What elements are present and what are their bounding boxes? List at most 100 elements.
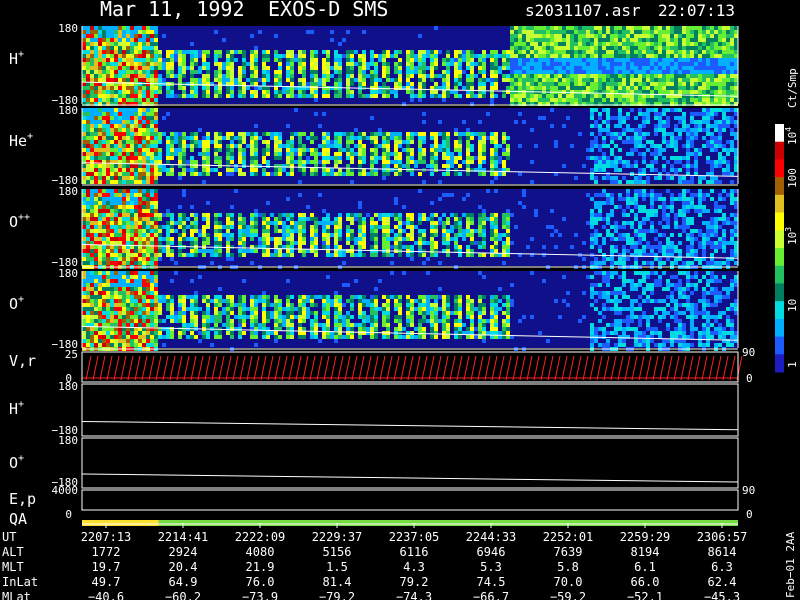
spectrogram-cell (350, 66, 354, 70)
spectrogram-cell (554, 58, 558, 62)
spectrogram-cell (530, 30, 534, 34)
spectrogram-cell (158, 74, 162, 78)
spectrogram-cell (106, 189, 110, 193)
spectrogram-cell (182, 144, 186, 148)
spectrogram-cell (686, 90, 690, 94)
spectrogram-cell (286, 241, 290, 245)
spectrogram-cell (142, 144, 146, 148)
spectrogram-cell (198, 70, 202, 74)
spectrogram-cell (430, 94, 434, 98)
spectrogram-cell (298, 82, 302, 86)
spectrogram-cell (142, 172, 146, 176)
spectrogram-cell (298, 180, 302, 184)
spectrogram-cell (86, 94, 90, 98)
spectrogram-cell (270, 136, 274, 140)
spectrogram-cell (598, 245, 602, 249)
spectrogram-cell (242, 172, 246, 176)
spectrogram-cell (190, 136, 194, 140)
spectrogram-cell (214, 50, 218, 54)
spectrogram-cell (274, 94, 278, 98)
spectrogram-cell (218, 249, 222, 253)
spectrogram-cell (690, 42, 694, 46)
spectrogram-cell (350, 70, 354, 74)
spectrogram-cell (414, 160, 418, 164)
spectrogram-cell (598, 30, 602, 34)
spectrogram-cell (298, 156, 302, 160)
spectrogram-cell (562, 38, 566, 42)
spectrogram-cell (678, 90, 682, 94)
spectrogram-cell (226, 152, 230, 156)
spectrogram-cell (374, 66, 378, 70)
spectrogram-cell (470, 217, 474, 221)
spectrogram-cell (178, 74, 182, 78)
spectrogram-cell (690, 46, 694, 50)
spectrogram-cell (154, 42, 158, 46)
spectrogram-cell (690, 78, 694, 82)
spectrogram-cell (658, 54, 662, 58)
spectrogram-cell (690, 38, 694, 42)
spectrogram-cell (538, 38, 542, 42)
spectrogram-cell (698, 94, 702, 98)
spectrogram-cell (102, 176, 106, 180)
spectrogram-cell (478, 94, 482, 98)
spectrogram-cell (506, 54, 510, 58)
spectrogram-cell (574, 66, 578, 70)
spectrogram-cell (142, 34, 146, 38)
spectrogram-cell (278, 148, 282, 152)
spectrogram-cell (314, 160, 318, 164)
spectrogram-cell (178, 217, 182, 221)
spectrogram-cell (690, 120, 694, 124)
spectrogram-cell (438, 74, 442, 78)
spectrogram-cell (710, 144, 714, 148)
spectrogram-cell (494, 62, 498, 66)
spectrogram-cell (178, 144, 182, 148)
spectrogram-cell (150, 116, 154, 120)
spectrogram-cell (618, 98, 622, 102)
spectrogram-cell (150, 156, 154, 160)
spectrogram-cell (194, 160, 198, 164)
spectrogram-cell (82, 58, 86, 62)
spectrogram-cell (346, 66, 350, 70)
spectrogram-cell (170, 168, 174, 172)
spectrogram-cell (674, 46, 678, 50)
spectrogram-cell (470, 62, 474, 66)
spectrogram-cell (374, 136, 378, 140)
spectrogram-cell (694, 66, 698, 70)
spectrogram-cell (166, 221, 170, 225)
spectrogram-cell (318, 221, 322, 225)
spectrogram-cell (138, 144, 142, 148)
spectrogram-cell (722, 42, 726, 46)
spectrogram-cell (562, 86, 566, 90)
spectrogram-cell (242, 66, 246, 70)
spectrogram-cell (662, 140, 666, 144)
spectrogram-cell (538, 94, 542, 98)
spectrogram-cell (110, 128, 114, 132)
spectrogram-cell (366, 172, 370, 176)
spectrogram-cell (418, 144, 422, 148)
spectrogram-cell (122, 124, 126, 128)
spectrogram-cell (538, 116, 542, 120)
spectrogram-cell (530, 237, 534, 241)
spectrogram-cell (590, 261, 594, 265)
spectrogram-cell (622, 116, 626, 120)
spectrogram-cell (502, 241, 506, 245)
spectrogram-cell (114, 42, 118, 46)
spectrogram-cell (98, 201, 102, 205)
spectrogram-cell (510, 82, 514, 86)
spectrogram-cell (594, 62, 598, 66)
spectrogram-cell (142, 30, 146, 34)
spectrogram-cell (274, 58, 278, 62)
spectrogram-cell (362, 225, 366, 229)
spectrogram-cell (630, 152, 634, 156)
spectrogram-cell (142, 74, 146, 78)
spectrogram-cell (730, 58, 734, 62)
spectrogram-cell (518, 86, 522, 90)
spectrogram-cell (402, 245, 406, 249)
spectrogram-cell (86, 257, 90, 261)
spectrogram-cell (506, 90, 510, 94)
spectrogram-cell (594, 50, 598, 54)
spectrogram-cell (206, 241, 210, 245)
spectrogram-cell (662, 136, 666, 140)
spectrogram-cell (118, 229, 122, 233)
spectrogram-cell (406, 233, 410, 237)
